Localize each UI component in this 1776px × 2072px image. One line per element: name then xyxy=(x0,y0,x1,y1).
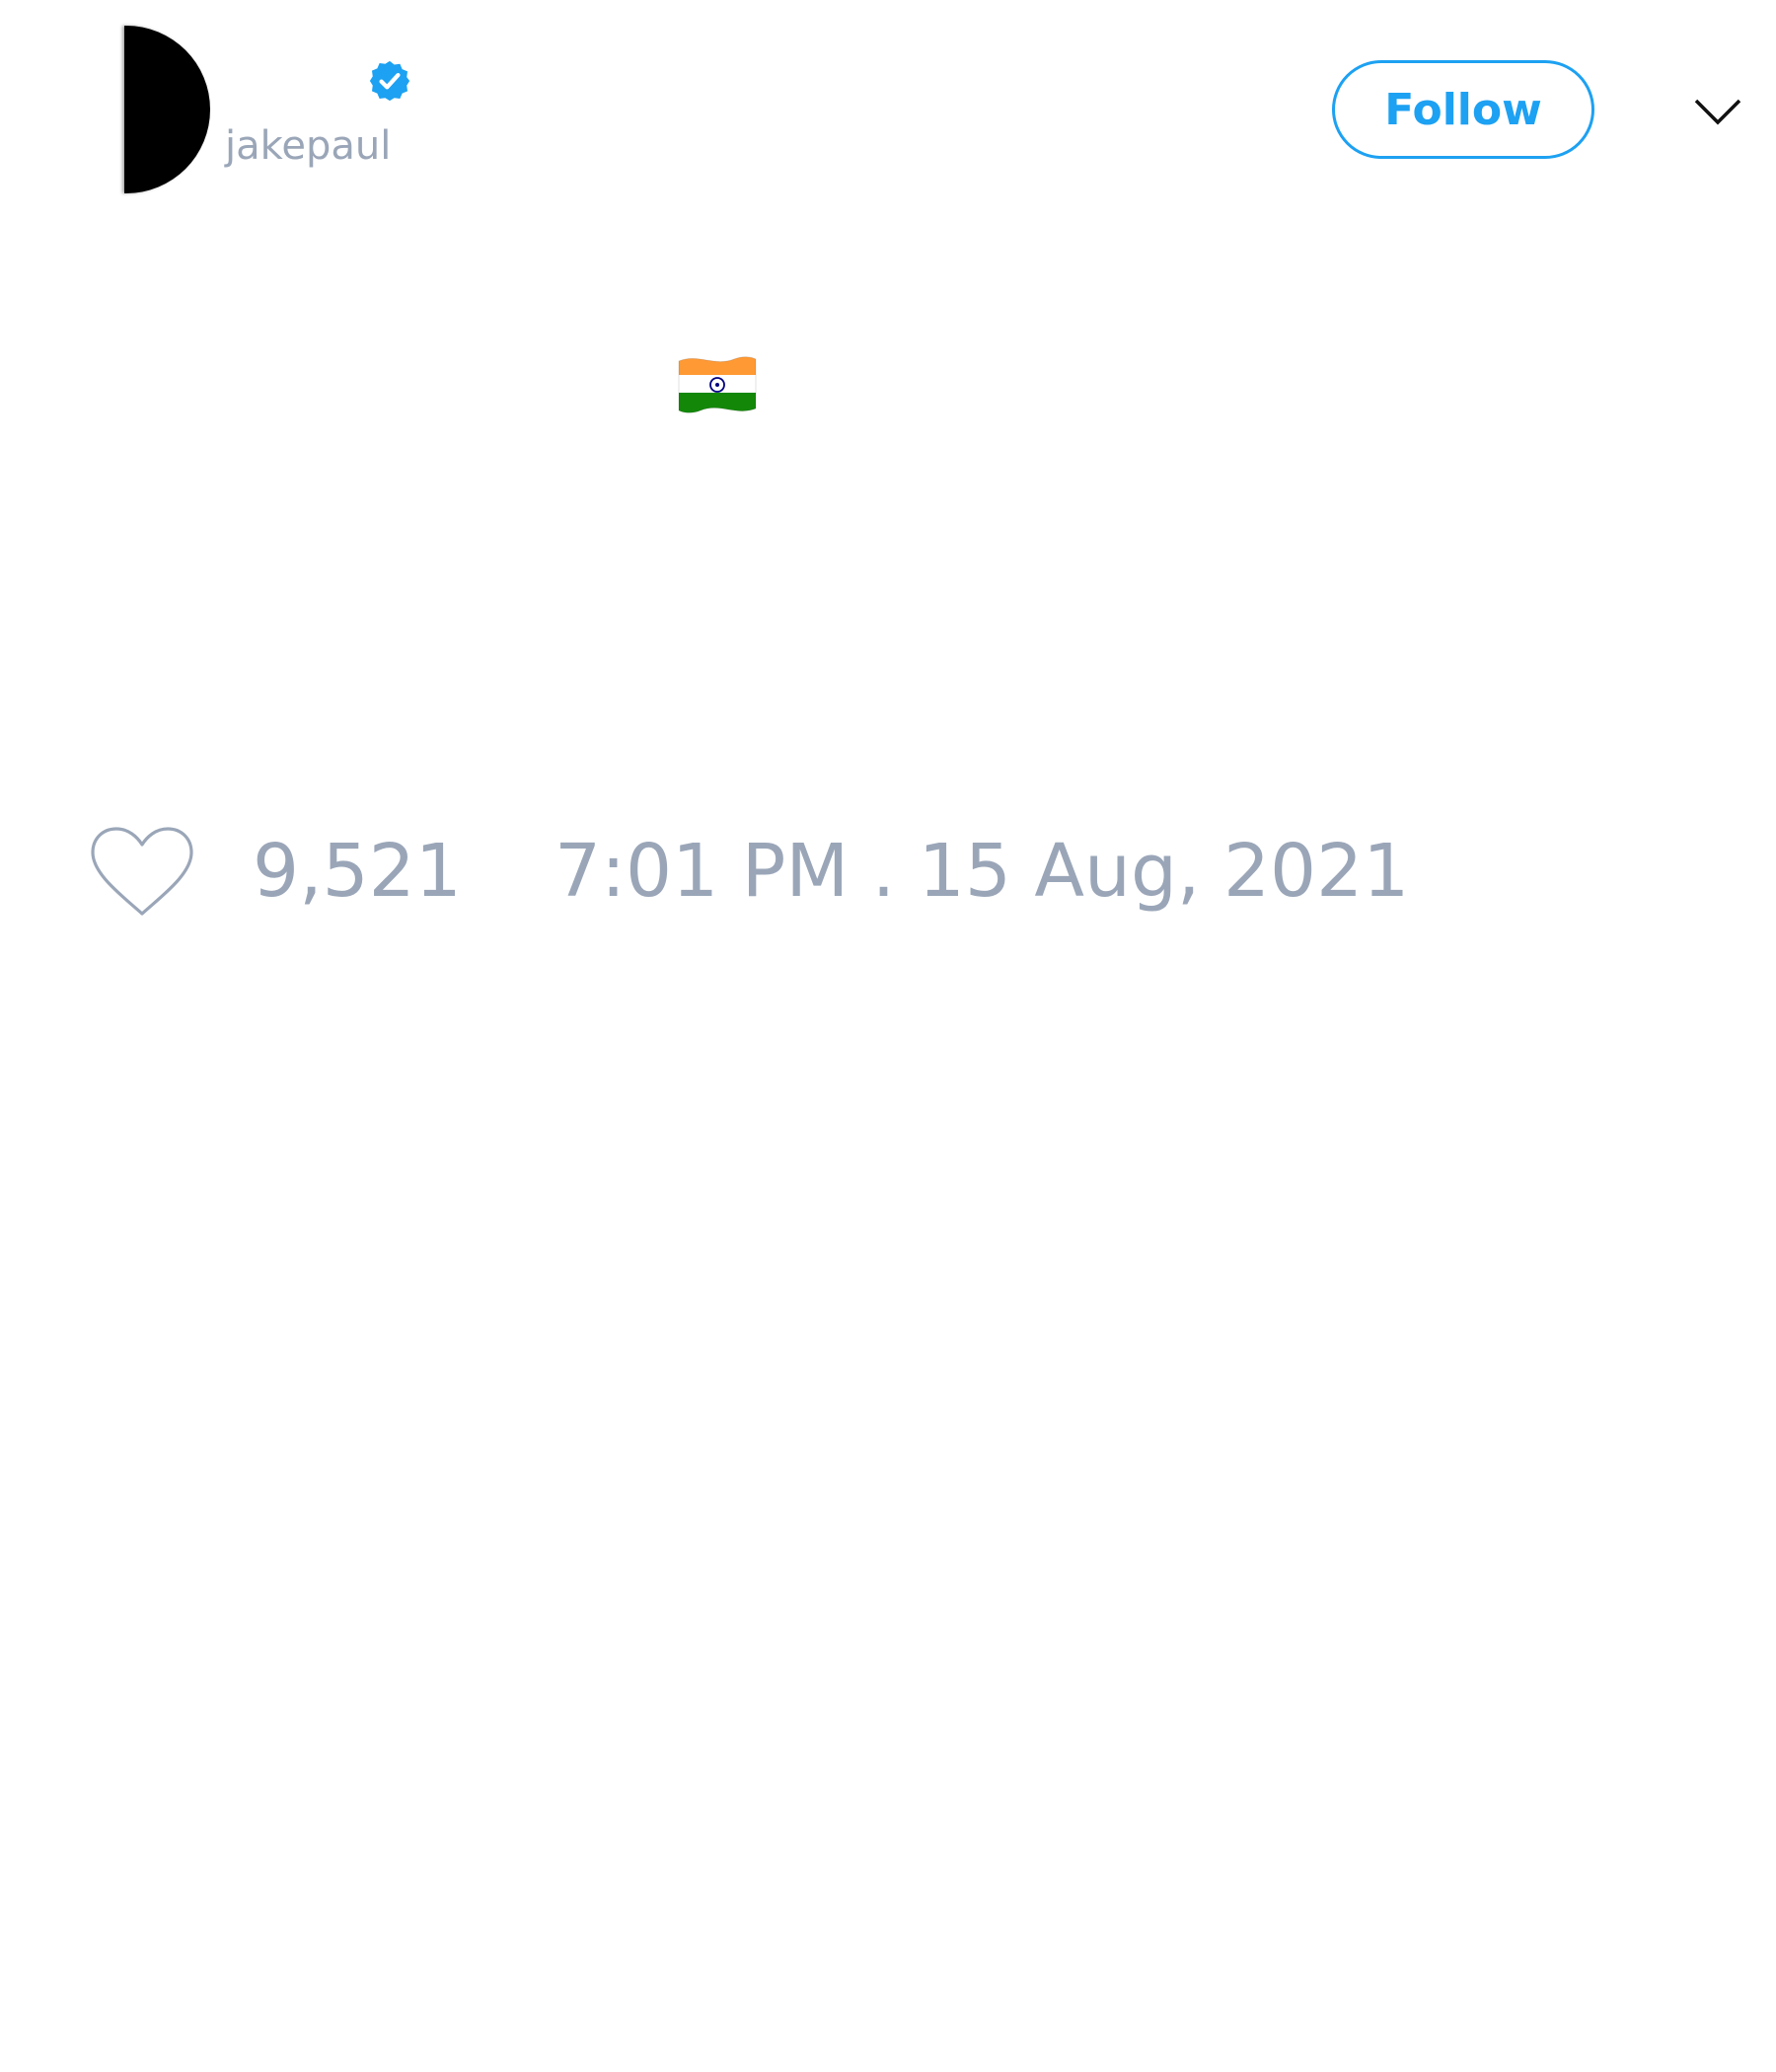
flag-india-icon xyxy=(678,356,757,413)
follow-button[interactable]: Follow xyxy=(1332,60,1594,159)
heart-icon[interactable] xyxy=(89,825,195,920)
like-count: 9,521 xyxy=(253,829,462,914)
author-handle[interactable]: jakepaul xyxy=(225,126,391,166)
verified-badge-icon xyxy=(369,60,410,102)
avatar[interactable] xyxy=(124,26,210,193)
tweet-card: jakepaul Follow 9,521 7:01 PM . 15 Aug, … xyxy=(0,0,1776,2072)
chevron-down-icon[interactable] xyxy=(1693,91,1742,130)
tweet-timestamp[interactable]: 7:01 PM . 15 Aug, 2021 xyxy=(555,835,1409,908)
tweet-body xyxy=(675,351,760,418)
